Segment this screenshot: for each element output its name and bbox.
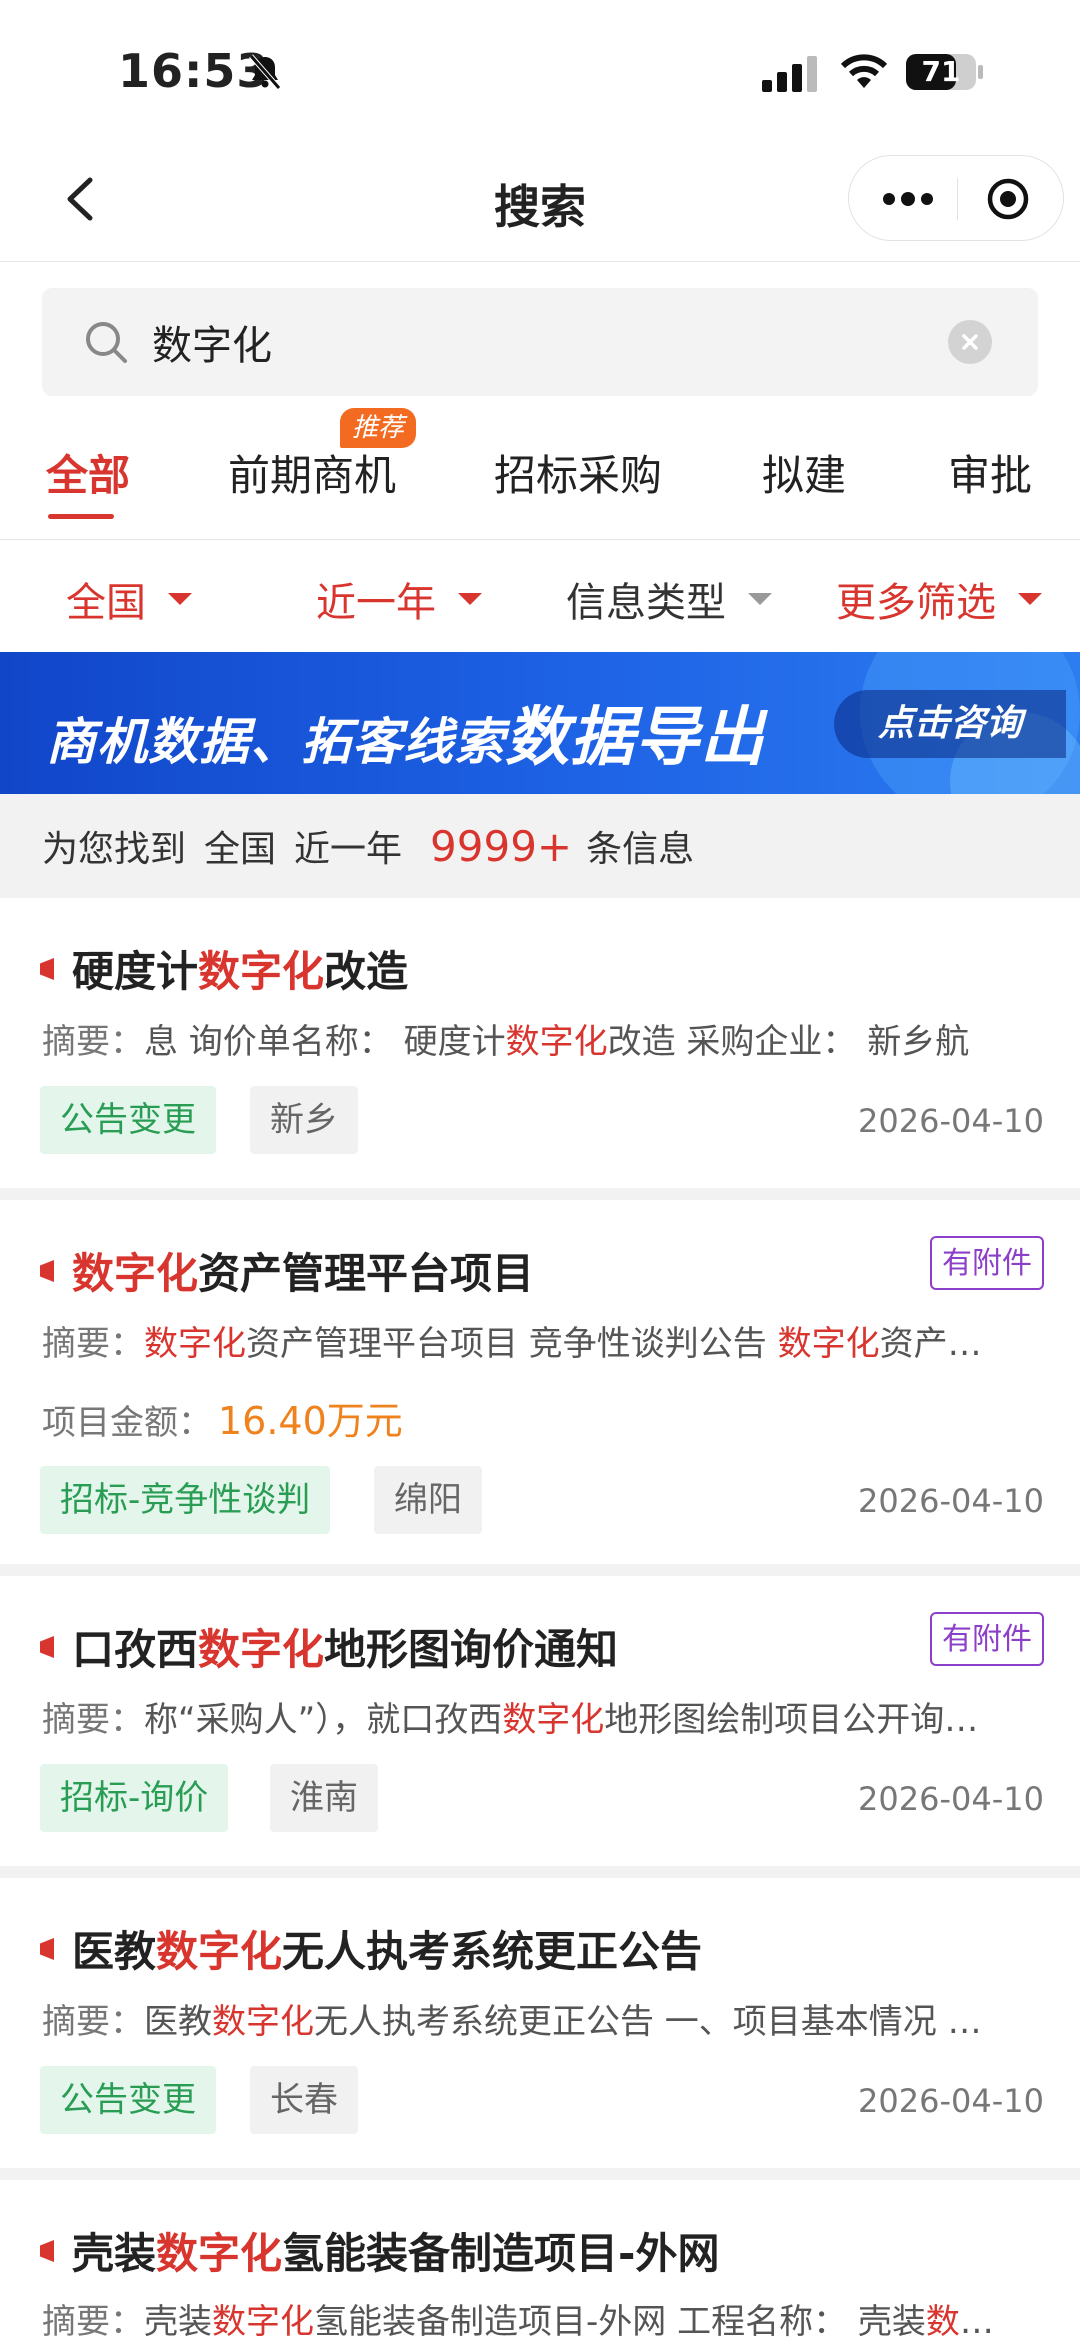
banner-text: 商机数据、拓客线索数据导出 — [46, 686, 765, 778]
more-button[interactable] — [863, 156, 953, 242]
flag-icon — [40, 958, 54, 980]
result-card[interactable]: 口孜西数字化地形图询价通知 有附件 摘要：称“采购人”），就口孜西数字化地形图绘… — [0, 1576, 1080, 1866]
summary-prefix: 为您找到 — [42, 829, 187, 870]
caret-down-icon — [748, 593, 772, 605]
result-abstract: 摘要：息 询价单名称： 硬度计数字化改造 采购企业： 新乡航 — [42, 1022, 970, 1062]
status-bar: 16:53 71 — [0, 0, 1080, 145]
result-card[interactable]: 壳装数字化氢能装备制造项目-外网 摘要：壳装数字化氢能装备制造项目-外网 工程名… — [0, 2180, 1080, 2341]
filter-info-type[interactable]: 信息类型 — [566, 570, 772, 628]
region-tag: 绵阳 — [374, 1466, 482, 1534]
search-input[interactable] — [152, 288, 952, 396]
region-tag: 新乡 — [250, 1086, 358, 1154]
mini-program-capsule — [848, 155, 1064, 241]
result-abstract: 摘要：数字化资产管理平台项目 竞争性谈判公告 数字化资产… — [42, 1324, 982, 1364]
result-title[interactable]: 医教数字化无人执考系统更正公告 — [72, 1918, 702, 1979]
target-icon — [987, 178, 1029, 220]
banner-text-highlight: 数据导出 — [505, 701, 765, 775]
flag-icon — [40, 1260, 54, 1282]
search-icon — [86, 322, 127, 363]
result-abstract: 摘要：称“采购人”），就口孜西数字化地形图绘制项目公开询… — [42, 1700, 979, 1740]
tab-proposed[interactable]: 拟建 — [762, 442, 846, 503]
result-date: 2026-04-10 — [858, 1780, 1044, 1818]
tab-approval[interactable]: 审批 — [948, 442, 1032, 503]
close-miniprogram-button[interactable] — [963, 156, 1053, 242]
category-tag: 招标-竞争性谈判 — [40, 1466, 331, 1534]
close-icon — [962, 334, 978, 350]
more-dots-icon — [883, 192, 933, 206]
result-summary: 为您找到 全国 近一年 9999+ 条信息 — [0, 794, 1080, 898]
result-date: 2026-04-10 — [858, 2082, 1044, 2120]
filter-more-label: 更多筛选 — [836, 580, 996, 626]
bell-muted-icon — [249, 54, 281, 90]
flag-icon — [40, 1636, 54, 1658]
search-box[interactable] — [42, 288, 1038, 396]
filter-info-type-label: 信息类型 — [566, 580, 726, 626]
result-date: 2026-04-10 — [858, 1102, 1044, 1140]
banner-text-main: 商机数据、拓客线索 — [46, 713, 505, 771]
result-date: 2026-04-10 — [858, 1482, 1044, 1520]
region-tag: 长春 — [250, 2066, 358, 2134]
filter-bar: 全国 近一年 信息类型 更多筛选 — [0, 540, 1080, 652]
capsule-divider — [957, 178, 958, 220]
recommend-badge: 推荐 — [340, 408, 417, 448]
result-title[interactable]: 口孜西数字化地形图询价通知 — [72, 1616, 618, 1677]
filter-time[interactable]: 近一年 — [316, 570, 482, 628]
battery-icon: 71 — [906, 52, 984, 92]
tab-active-indicator — [48, 514, 114, 519]
filter-time-label: 近一年 — [316, 580, 436, 626]
filter-region[interactable]: 全国 — [66, 570, 192, 628]
summary-suffix: 条信息 — [586, 829, 695, 870]
flag-icon — [40, 2240, 54, 2262]
battery-level: 71 — [921, 55, 961, 88]
filter-region-label: 全国 — [66, 580, 146, 626]
tab-tender-procurement[interactable]: 招标采购 — [494, 442, 662, 503]
wifi-icon — [840, 54, 888, 88]
attachment-badge: 有附件 — [930, 1236, 1044, 1290]
result-count: 9999+ — [430, 821, 573, 871]
result-abstract: 摘要：医教数字化无人执考系统更正公告 一、项目基本情况 … — [42, 2002, 982, 2042]
result-card[interactable]: 数字化资产管理平台项目 有附件 摘要：数字化资产管理平台项目 竞争性谈判公告 数… — [0, 1200, 1080, 1564]
project-amount: 项目金额： 16.40万元 — [42, 1399, 403, 1443]
cellular-signal-icon — [762, 56, 817, 92]
result-card[interactable]: 医教数字化无人执考系统更正公告 摘要：医教数字化无人执考系统更正公告 一、项目基… — [0, 1878, 1080, 2168]
filter-more[interactable]: 更多筛选 — [836, 570, 1042, 628]
summary-region: 全国 — [204, 829, 277, 870]
summary-period: 近一年 — [294, 829, 403, 870]
tab-early-opportunities[interactable]: 前期商机 — [228, 442, 396, 503]
result-title[interactable]: 数字化资产管理平台项目 — [72, 1240, 534, 1301]
data-export-banner[interactable]: 商机数据、拓客线索数据导出 点击咨询 — [0, 652, 1080, 794]
category-tabs: 全部 前期商机 推荐 招标采购 拟建 审批 — [0, 398, 1080, 540]
consult-button[interactable]: 点击咨询 — [834, 690, 1066, 758]
caret-down-icon — [458, 593, 482, 605]
result-card[interactable]: 硬度计数字化改造 摘要：息 询价单名称： 硬度计数字化改造 采购企业： 新乡航 … — [0, 898, 1080, 1188]
search-area — [0, 262, 1080, 398]
caret-down-icon — [168, 593, 192, 605]
flag-icon — [40, 1938, 54, 1960]
attachment-badge: 有附件 — [930, 1612, 1044, 1666]
caret-down-icon — [1018, 593, 1042, 605]
result-title[interactable]: 壳装数字化氢能装备制造项目-外网 — [72, 2220, 719, 2281]
region-tag: 淮南 — [270, 1764, 378, 1832]
navigation-bar: 搜索 — [0, 145, 1080, 262]
category-tag: 公告变更 — [40, 1086, 216, 1154]
tab-all[interactable]: 全部 — [46, 442, 130, 503]
category-tag: 公告变更 — [40, 2066, 216, 2134]
clear-search-button[interactable] — [948, 320, 992, 364]
category-tag: 招标-询价 — [40, 1764, 229, 1832]
result-abstract: 摘要：壳装数字化氢能装备制造项目-外网 工程名称： 壳装数… — [42, 2302, 994, 2341]
result-title[interactable]: 硬度计数字化改造 — [72, 938, 408, 999]
